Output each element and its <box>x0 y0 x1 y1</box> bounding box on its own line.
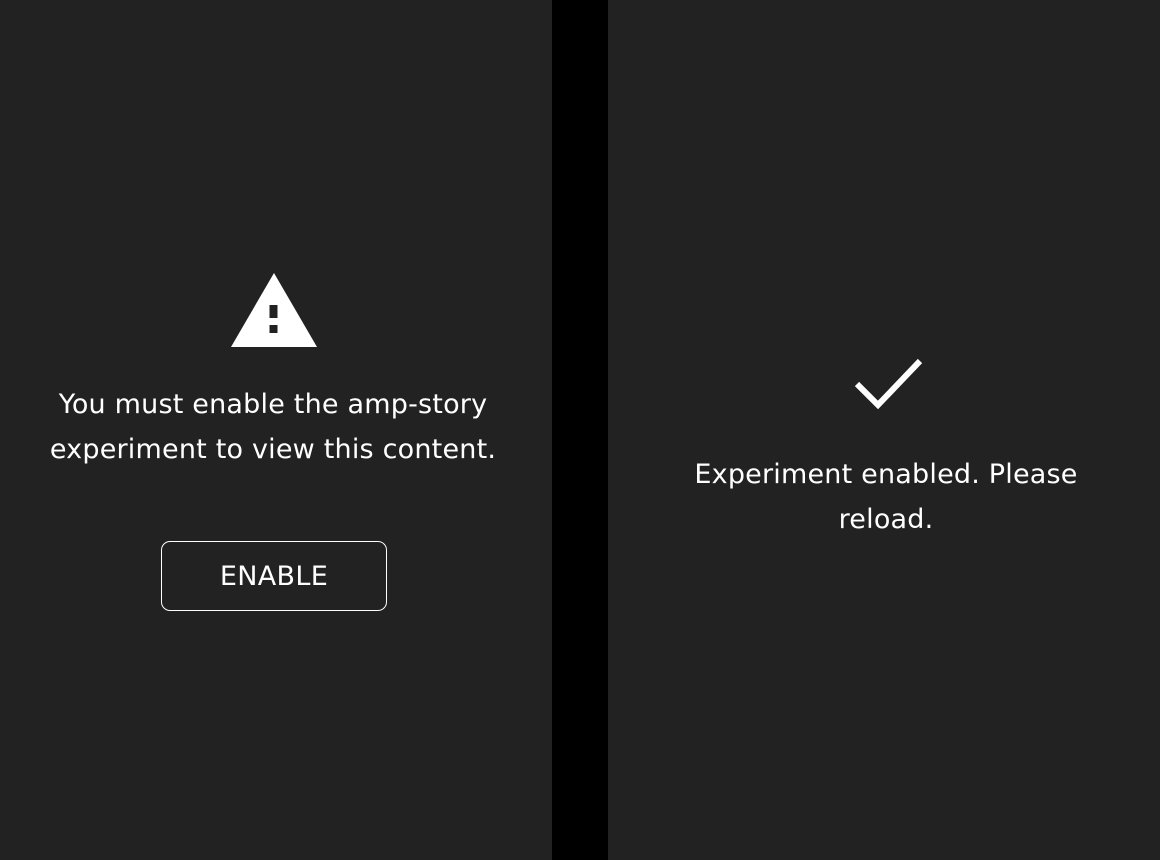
experiment-enabled-message: Experiment enabled. Please reload. <box>694 459 1078 535</box>
experiment-required-message: You must enable the amp-story experiment… <box>49 389 497 465</box>
warning-triangle-icon <box>231 273 317 347</box>
experiment-disabled-panel: You must enable the amp-story experiment… <box>0 0 552 860</box>
enable-button[interactable]: ENABLE <box>161 541 387 611</box>
split-view: You must enable the amp-story experiment… <box>0 0 1160 860</box>
checkmark-icon <box>854 358 923 410</box>
experiment-enabled-panel: Experiment enabled. Please reload. <box>608 0 1160 860</box>
